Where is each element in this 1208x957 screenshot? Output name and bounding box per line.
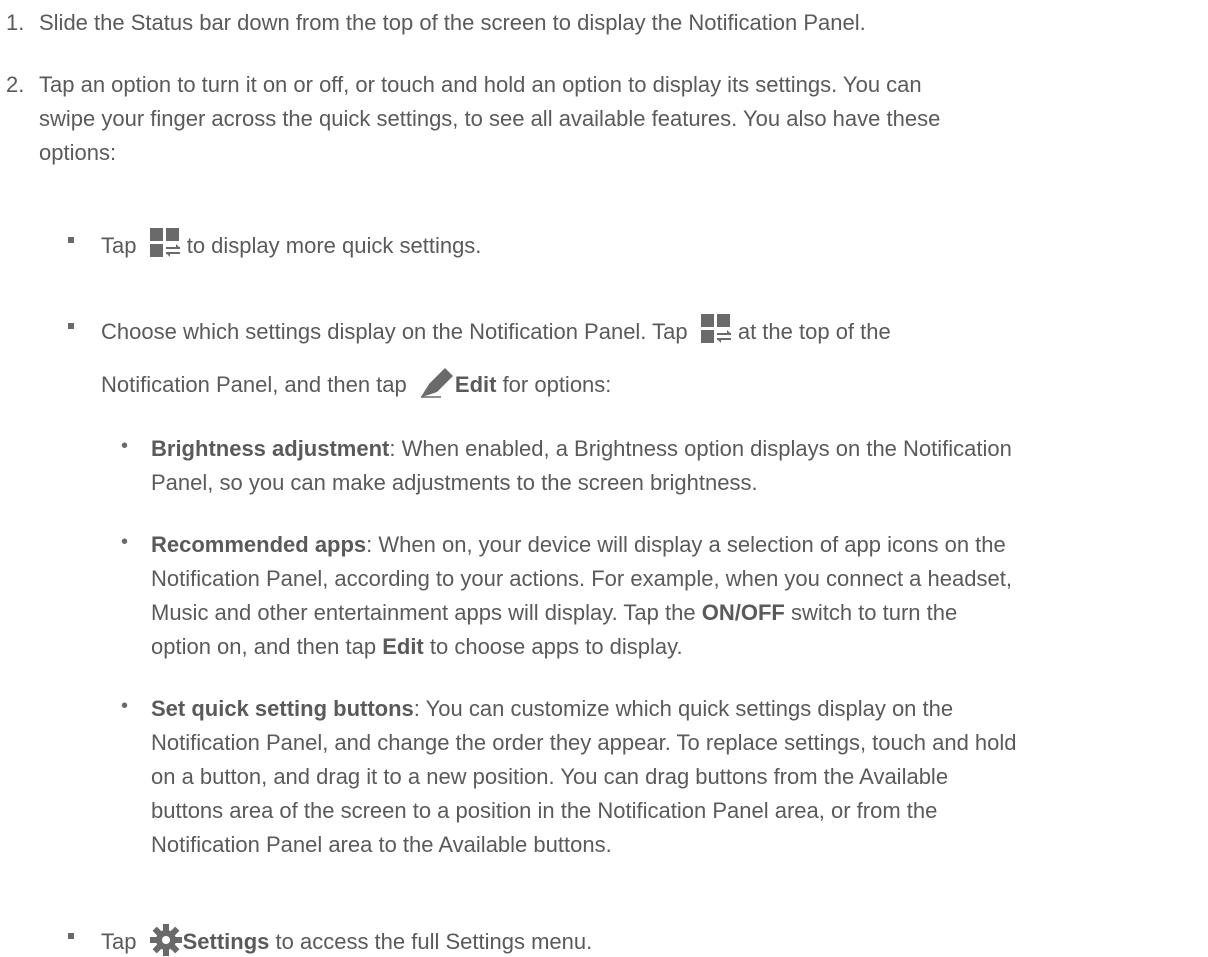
pencil-icon [420,368,453,398]
dot-bullet: • [121,695,129,717]
sub-option-text: Notification Panel, and change the order… [151,730,1017,755]
sub-option-text: : When on, your device will display a se… [366,532,1006,557]
dot-bullet: • [121,435,129,457]
square-bullet [68,237,74,243]
dot-bullet: • [121,531,129,553]
sub-option-title: Recommended apps [151,532,367,557]
settings-label: Settings [182,929,270,954]
sub-option-line: Set quick setting buttons: You can custo… [151,696,953,722]
sub-option-text: : When enabled, a Brightness option disp… [389,436,1012,461]
sub-option-text: Panel, so you can make adjustments to th… [151,470,758,495]
step-text: swipe your finger across the quick setti… [39,106,941,131]
quick-settings-icon [149,228,180,257]
quick-settings-icon [700,314,731,343]
sub-option-text: switch to turn the [784,600,958,625]
square-bullet [68,323,74,329]
option-text: to access the full Settings menu. [269,929,593,954]
sub-option-text: Notification Panel area to the Available… [151,832,612,857]
sub-option-text: Music and other entertainment apps will … [151,600,702,625]
option-line: Notification Panel, and then tap Edit fo… [101,366,611,398]
edit-label: Edit [382,634,424,659]
sub-option-text: on a button, and drag it to a new positi… [151,764,949,789]
option-text: for options: [496,372,612,397]
sub-option-title: Set quick setting buttons [151,696,414,721]
square-bullet [68,933,74,939]
step-text: options: [39,140,117,165]
step-number: 1. [6,10,25,35]
sub-option-text: buttons area of the screen to a position… [151,798,938,823]
option-line: Tap to display more quick settings. [101,227,481,259]
sub-option-line: option on, and then tap Edit to choose a… [151,634,683,660]
option-text: to display more quick settings. [180,233,482,258]
step-text: Tap an option to turn it on or off, or t… [39,72,922,97]
option-text: Tap [101,233,137,258]
option-line: Choose which settings display on the Not… [101,313,891,345]
sub-option-line: Brightness adjustment: When enabled, a B… [151,436,1012,462]
sub-option-line: Music and other entertainment apps will … [151,600,957,626]
option-line: Tap Settings to access the full Settings… [101,923,593,956]
step-text: Slide the Status bar down from the top o… [39,10,866,35]
option-text: Tap [101,929,137,954]
option-text: Choose which settings display on the Not… [101,319,688,344]
sub-option-text: : You can customize which quick settings… [413,696,954,721]
step-number: 2. [6,72,25,97]
onoff-label: ON/OFF [701,600,785,625]
option-text: Notification Panel, and then tap [101,372,407,397]
option-text: at the top of the [731,319,891,344]
edit-label: Edit [454,372,497,397]
sub-option-text: Notification Panel, according to your ac… [151,566,1012,591]
sub-option-text: option on, and then tap [151,634,383,659]
gear-icon [149,924,182,956]
sub-option-title: Brightness adjustment [151,436,390,461]
sub-option-text: to choose apps to display. [423,634,683,659]
sub-option-line: Recommended apps: When on, your device w… [151,532,1006,558]
